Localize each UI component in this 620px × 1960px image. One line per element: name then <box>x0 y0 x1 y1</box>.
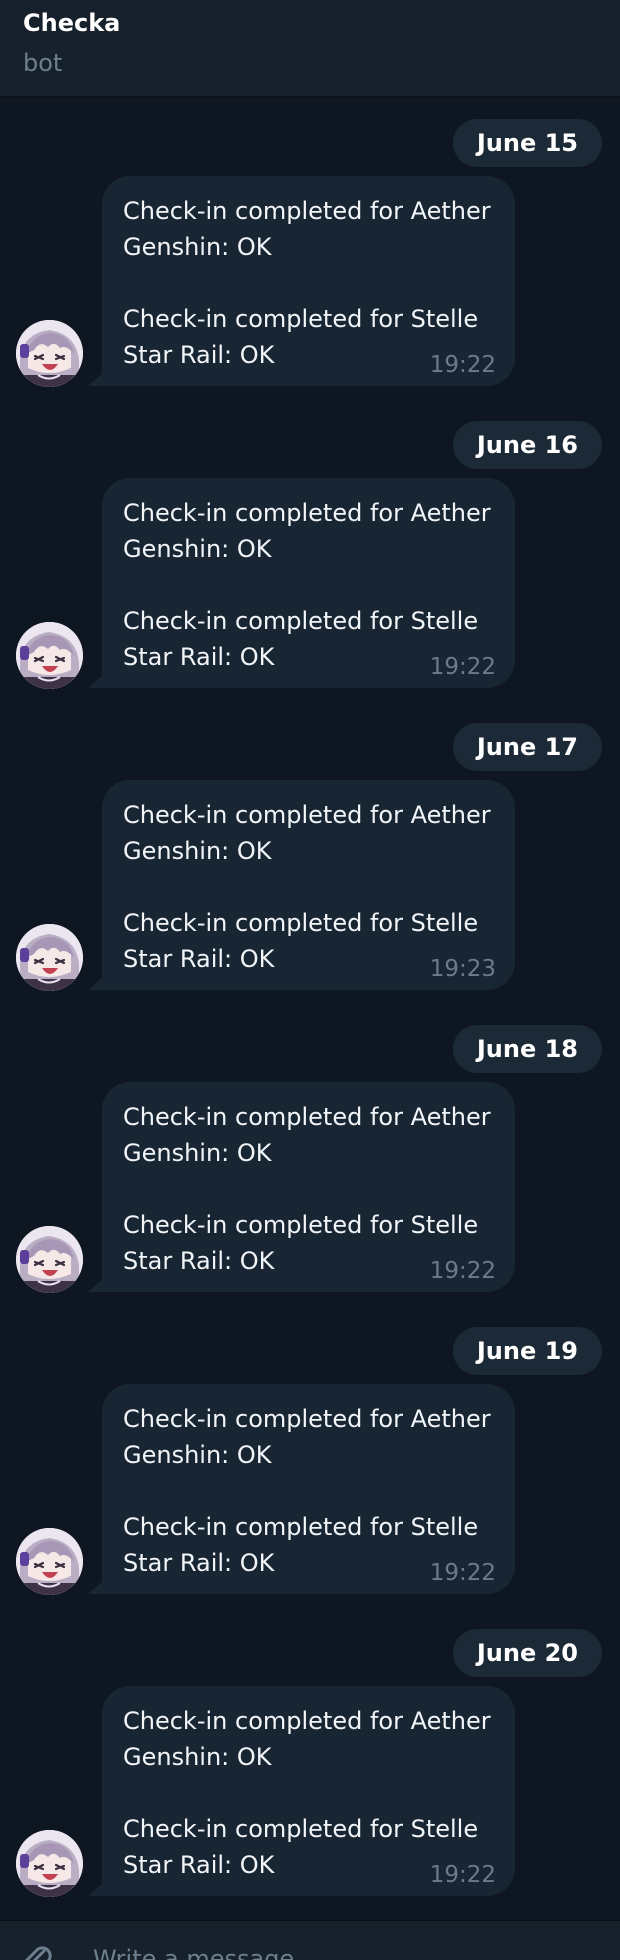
avatar-image <box>16 622 83 689</box>
avatar-image <box>16 1528 83 1595</box>
message-time: 19:22 <box>429 1862 496 1888</box>
message-line: Check-in completed for Stelle <box>123 305 479 333</box>
message-line: Genshin: OK <box>123 233 272 261</box>
message-group: June 20 Check-in completed for Aether Ge… <box>0 1607 620 1909</box>
bubble-tail <box>88 976 104 990</box>
message-composer[interactable]: Write a message... <box>0 1920 620 1960</box>
message-line: Check-in completed for Aether <box>123 801 491 829</box>
chat-title: Checka <box>23 9 121 37</box>
message-line: Check-in completed for Stelle <box>123 607 479 635</box>
message-bubble[interactable]: Check-in completed for Aether Genshin: O… <box>88 478 515 688</box>
message-time: 19:22 <box>429 1560 496 1586</box>
avatar-image <box>16 1226 83 1293</box>
message-bubble[interactable]: Check-in completed for Aether Genshin: O… <box>88 1082 515 1292</box>
date-badge: June 19 <box>452 1327 602 1375</box>
message-line: Check-in completed for Aether <box>123 197 491 225</box>
avatar-image <box>16 1830 83 1897</box>
message-bubble[interactable]: Check-in completed for Aether Genshin: O… <box>88 780 515 990</box>
message-group: June 18 Check-in completed for Aether Ge… <box>0 1003 620 1305</box>
chat-header[interactable]: Checka bot <box>0 0 620 97</box>
message-line: Check-in completed for Stelle <box>123 1211 479 1239</box>
date-badge: June 17 <box>452 723 602 771</box>
bot-avatar[interactable] <box>16 320 83 387</box>
message-bubble[interactable]: Check-in completed for Aether Genshin: O… <box>88 176 515 386</box>
date-badge: June 18 <box>452 1025 602 1073</box>
bubble-tail <box>88 1882 104 1896</box>
message-line: Check-in completed for Stelle <box>123 909 479 937</box>
avatar-image <box>16 924 83 991</box>
message-bubble[interactable]: Check-in completed for Aether Genshin: O… <box>88 1384 515 1594</box>
date-badge: June 15 <box>452 119 602 167</box>
date-badge: June 16 <box>452 421 602 469</box>
avatar-image <box>16 320 83 387</box>
bubble-tail <box>88 1278 104 1292</box>
message-line: Genshin: OK <box>123 1441 272 1469</box>
message-line: Check-in completed for Stelle <box>123 1513 479 1541</box>
bubble-tail <box>88 674 104 688</box>
paperclip-icon[interactable] <box>18 1941 58 1960</box>
message-line: Genshin: OK <box>123 1743 272 1771</box>
message-bubble[interactable]: Check-in completed for Aether Genshin: O… <box>88 1686 515 1896</box>
message-line: Genshin: OK <box>123 1139 272 1167</box>
bot-avatar[interactable] <box>16 1528 83 1595</box>
bot-avatar[interactable] <box>16 924 83 991</box>
message-time: 19:23 <box>429 956 496 982</box>
message-group: June 15 Check-in completed for Aether Ge… <box>0 97 620 399</box>
message-group: June 17 Check-in completed for Aether Ge… <box>0 701 620 1003</box>
bot-avatar[interactable] <box>16 1830 83 1897</box>
message-time: 19:22 <box>429 352 496 378</box>
bot-avatar[interactable] <box>16 622 83 689</box>
message-line: Check-in completed for Aether <box>123 1405 491 1433</box>
chat-window: Checka bot June 15 Check-in completed fo… <box>0 0 620 1960</box>
date-badge: June 20 <box>452 1629 602 1677</box>
message-line: Check-in completed for Aether <box>123 1103 491 1131</box>
message-line: Genshin: OK <box>123 837 272 865</box>
message-line: Check-in completed for Stelle <box>123 1815 479 1843</box>
message-line: Check-in completed for Aether <box>123 1707 491 1735</box>
message-list[interactable]: June 15 Check-in completed for Aether Ge… <box>0 97 620 1920</box>
bubble-tail <box>88 1580 104 1594</box>
message-group: June 16 Check-in completed for Aether Ge… <box>0 399 620 701</box>
message-time: 19:22 <box>429 654 496 680</box>
message-time: 19:22 <box>429 1258 496 1284</box>
bubble-tail <box>88 372 104 386</box>
chat-subtitle: bot <box>23 49 63 77</box>
message-line: Check-in completed for Aether <box>123 499 491 527</box>
bot-avatar[interactable] <box>16 1226 83 1293</box>
message-line: Genshin: OK <box>123 535 272 563</box>
message-input[interactable]: Write a message... <box>93 1945 317 1960</box>
message-group: June 19 Check-in completed for Aether Ge… <box>0 1305 620 1607</box>
